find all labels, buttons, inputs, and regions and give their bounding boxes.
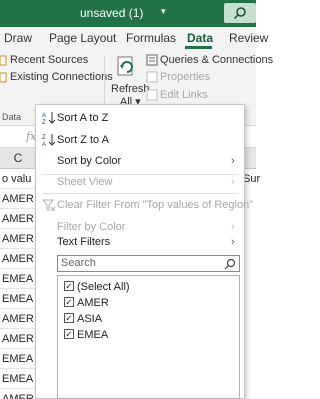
file-title[interactable]: unsaved (1) [80,6,143,20]
table-row[interactable]: EMEA [0,349,36,369]
svg-text:Z: Z [42,135,46,141]
tab-draw[interactable]: Draw [4,31,32,45]
chevron-right-icon: › [231,155,235,167]
table-row[interactable]: EMEA [0,369,36,389]
menu-item-sort-z-to-a[interactable]: Z A Sort Z to A [36,129,244,151]
svg-text:A: A [42,113,46,119]
table-row[interactable]: AMER [0,249,36,269]
checkbox-checked-icon[interactable]: ✓ [64,313,74,324]
sort-by-color-label: Sort by Color [57,155,122,167]
edit-links-label: Edit Links [160,89,208,101]
queries-connections-button[interactable]: Queries & Connections [146,54,273,66]
filter-option-emea[interactable]: ✓ EMEA [64,328,108,342]
sort-z-to-a-icon: Z A [42,134,56,147]
sort-z-to-a-label: Sort Z to A [57,134,109,146]
refresh-all-label: Refresh [111,83,150,95]
header-cell[interactable]: o valu [0,169,36,189]
refresh-all-icon[interactable] [116,55,138,79]
edit-links-icon [146,89,158,101]
table-row[interactable]: AMER [0,189,36,209]
table-row[interactable]: EMEA [0,289,36,309]
filter-option-label: AMER [77,297,109,309]
tab-data[interactable]: Data [187,31,213,45]
title-chevron-icon[interactable]: ▾ [161,6,166,17]
filter-option-label: (Select All) [77,281,130,293]
filter-option-select-all[interactable]: ✓ (Select All) [64,280,130,294]
edit-links-button[interactable]: Edit Links [146,89,208,101]
checkbox-checked-icon[interactable]: ✓ [64,281,74,292]
sheet-view-label: Sheet View [57,176,113,188]
filter-option-amer[interactable]: ✓ AMER [64,296,109,310]
sort-a-to-z-icon: A Z [42,112,56,125]
tab-formulas[interactable]: Formulas [126,31,176,45]
filter-search-placeholder: Search [61,257,96,269]
filter-option-asia[interactable]: ✓ ASIA [64,312,102,326]
ribbon-group-label: Data [2,112,22,122]
clear-filter-label: Clear Filter From "Top values of Region" [57,199,254,211]
queries-connections-label: Queries & Connections [160,54,274,66]
properties-button[interactable]: Properties [146,71,210,83]
tab-review[interactable]: Review [229,31,268,45]
svg-text:A: A [42,142,46,147]
checkbox-checked-icon[interactable]: ✓ [64,297,74,308]
chevron-right-icon: › [231,236,235,248]
menu-item-sort-a-to-z[interactable]: A Z Sort A to Z [36,107,244,129]
table-row[interactable]: EMEA [0,269,36,289]
menu-item-sheet-view[interactable]: Sheet View › [36,171,244,193]
queries-connections-icon [146,54,158,66]
table-row[interactable]: AMER [0,209,36,229]
table-row[interactable]: AMER [0,229,36,249]
filter-value-list: ✓ (Select All) ✓ AMER ✓ ASIA ✓ EMEA [57,275,240,399]
chevron-right-icon: › [231,176,235,188]
text-filters-label: Text Filters [57,236,111,248]
ribbon-separator [104,55,105,111]
search-icon [233,7,246,20]
table-row[interactable]: AMER [0,309,36,329]
filter-search-input[interactable]: Search [57,255,240,272]
properties-label: Properties [160,71,211,83]
existing-connections-icon [0,72,7,83]
menu-item-sort-by-color[interactable]: Sort by Color › [36,150,244,172]
recent-sources-label: Recent Sources [10,54,89,66]
recent-sources-icon [0,55,7,66]
clear-filter-icon [42,199,56,212]
table-row[interactable]: AMER [0,329,36,349]
sum-header-cell[interactable]: Sur [243,169,260,189]
checkbox-checked-icon[interactable]: ✓ [64,329,74,340]
tab-page-layout[interactable]: Page Layout [49,31,116,45]
existing-connections-label: Existing Connections [10,71,113,83]
sort-a-to-z-label: Sort A to Z [57,112,109,124]
search-button[interactable] [224,3,256,23]
filter-menu: A Z Sort A to Z Z A Sort Z to A Sort by … [35,104,253,399]
table-row[interactable]: AMER [0,389,36,399]
column-header-c[interactable]: C [0,148,36,169]
existing-connections-button[interactable]: Existing Connections [0,71,113,83]
filter-option-label: ASIA [77,313,103,325]
menu-item-text-filters[interactable]: Text Filters › [36,231,244,253]
title-bar: unsaved (1) ▾ [0,0,256,27]
svg-text:Z: Z [42,120,46,125]
properties-icon [146,71,158,83]
search-icon [224,258,236,270]
filter-option-label: EMEA [77,329,109,341]
menu-item-clear-filter[interactable]: Clear Filter From "Top values of Region" [36,194,253,216]
recent-sources-button[interactable]: Recent Sources [0,54,88,66]
ribbon-tabs: Draw Page Layout Formulas Data Review [0,27,268,49]
